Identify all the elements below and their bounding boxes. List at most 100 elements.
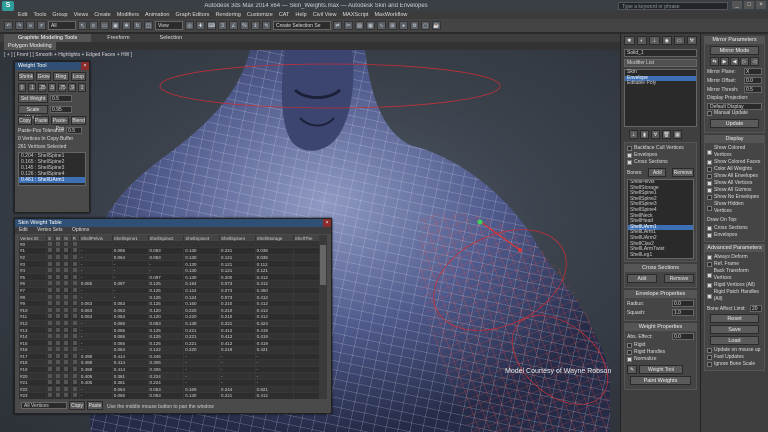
- table-cell[interactable]: [71, 260, 80, 268]
- table-cell[interactable]: -: [79, 392, 113, 399]
- preset-05-button[interactable]: .5: [48, 83, 56, 92]
- table-cell[interactable]: [62, 326, 72, 334]
- mirror-plane-dropdown[interactable]: X: [744, 68, 762, 75]
- table-cell[interactable]: #13: [19, 326, 47, 334]
- table-cell[interactable]: [54, 273, 64, 282]
- table-cell[interactable]: [62, 313, 72, 321]
- table-cell[interactable]: 0.412: [219, 339, 256, 347]
- align-icon[interactable]: ⊨: [344, 21, 353, 30]
- display-option-checkbox[interactable]: [707, 181, 712, 186]
- cell-checkbox[interactable]: [64, 268, 69, 273]
- table-cell[interactable]: [71, 359, 80, 367]
- rigid-handles-checkbox[interactable]: [627, 350, 632, 355]
- table-cell[interactable]: 0.122: [148, 346, 185, 354]
- table-cell[interactable]: [46, 353, 56, 361]
- table-cell[interactable]: 0.224: [148, 372, 185, 380]
- fast-updates-checkbox[interactable]: [707, 355, 712, 360]
- table-cell[interactable]: [54, 293, 64, 301]
- cell-checkbox[interactable]: [56, 268, 61, 273]
- table-cell[interactable]: 0.405: [79, 372, 113, 380]
- table-row[interactable]: #8- -0.125 0.124 0.073 0.412: [19, 293, 321, 301]
- save-button[interactable]: Save: [709, 325, 760, 334]
- menu-group[interactable]: Group: [52, 12, 67, 18]
- menu-edit[interactable]: Edit: [19, 227, 28, 233]
- cell-checkbox[interactable]: [72, 248, 77, 253]
- create-tab-icon[interactable]: ✱: [624, 36, 635, 45]
- table-cell[interactable]: 0.419: [255, 339, 294, 347]
- redo-icon[interactable]: ↷: [15, 21, 24, 30]
- advanced-option[interactable]: Rigid Vertices (All): [707, 282, 762, 289]
- table-cell[interactable]: [46, 392, 56, 399]
- table-cell[interactable]: [255, 241, 294, 249]
- table-cell[interactable]: 0.064: [112, 254, 149, 262]
- table-cell[interactable]: -: [79, 339, 113, 347]
- table-row[interactable]: #21 0.405 0.361 0.224- - -: [19, 379, 321, 387]
- table-cell[interactable]: [46, 359, 56, 367]
- table-cell[interactable]: [293, 320, 321, 328]
- table-cell[interactable]: [293, 306, 321, 315]
- table-cell[interactable]: 0.063: [79, 313, 113, 321]
- table-cell[interactable]: 0.210: [219, 313, 256, 321]
- table-row[interactable]: #3- - -0.130 0.121 0.112: [19, 260, 321, 268]
- cell-checkbox[interactable]: [56, 320, 61, 325]
- table-cell[interactable]: #23: [19, 392, 47, 399]
- table-cell[interactable]: 0.064: [112, 346, 149, 354]
- cell-checkbox[interactable]: [72, 320, 77, 325]
- menu-maxworkflow[interactable]: MaxWorkflow: [374, 12, 407, 18]
- table-cell[interactable]: 0.821: [255, 386, 294, 394]
- select-manipulate-icon[interactable]: ✚: [196, 21, 205, 30]
- advanced-option-checkbox[interactable]: [707, 293, 712, 299]
- bone-list[interactable]: ShellPelvis ShellStorage ShellSpine1 ShellS…: [627, 179, 694, 259]
- draw-on-top-option[interactable]: Envelopes: [707, 232, 762, 239]
- advanced-parameters-head[interactable]: Advanced Parameters: [705, 245, 764, 252]
- table-row[interactable]: #2 -0.064 0.063 0.130 0.121 0.036: [19, 254, 321, 262]
- table-cell[interactable]: -: [183, 366, 220, 374]
- cell-checkbox[interactable]: [47, 261, 52, 266]
- cell-checkbox[interactable]: [64, 248, 69, 253]
- advanced-option-checkbox[interactable]: [707, 283, 712, 288]
- table-cell[interactable]: 0.065: [112, 326, 149, 334]
- paste-blue-to-green-icon[interactable]: ◀: [730, 57, 739, 66]
- undo-icon[interactable]: ↶: [4, 21, 13, 30]
- cell-checkbox[interactable]: [56, 347, 61, 352]
- table-cell[interactable]: 0.063: [148, 392, 185, 399]
- cell-checkbox[interactable]: [72, 380, 77, 385]
- move-icon[interactable]: ✥: [122, 21, 131, 30]
- table-cell[interactable]: -: [255, 379, 294, 387]
- paint-weights-button[interactable]: Paint Weights: [630, 376, 691, 385]
- table-cell[interactable]: 0.414: [112, 359, 149, 367]
- configure-sets-icon[interactable]: ▦: [673, 130, 682, 139]
- table-cell[interactable]: [71, 273, 80, 282]
- keyboard-shortcut-icon[interactable]: ⌨: [207, 21, 216, 30]
- table-cell[interactable]: -: [112, 293, 149, 301]
- rendered-frame-icon[interactable]: ▢: [421, 21, 430, 30]
- copy-button[interactable]: Copy: [69, 401, 85, 410]
- copy-button[interactable]: Copy: [18, 116, 32, 125]
- preset-09-button[interactable]: .9: [68, 83, 76, 92]
- cell-checkbox[interactable]: [47, 353, 52, 358]
- motion-tab-icon[interactable]: ◉: [661, 36, 672, 45]
- table-cell[interactable]: 0.450: [255, 287, 294, 295]
- table-cell[interactable]: -: [148, 260, 185, 268]
- cell-checkbox[interactable]: [56, 360, 61, 365]
- table-cell[interactable]: 0.221: [183, 326, 220, 334]
- table-cell[interactable]: [54, 254, 64, 262]
- table-cell[interactable]: 0.063: [148, 386, 185, 394]
- vertical-scrollbar[interactable]: [319, 235, 327, 399]
- cross-sections-head[interactable]: Cross Sections: [625, 265, 696, 272]
- table-cell[interactable]: 0.124: [183, 293, 220, 301]
- table-cell[interactable]: [293, 287, 321, 295]
- table-cell[interactable]: 0.221: [183, 333, 220, 341]
- table-cell[interactable]: [71, 392, 80, 399]
- table-cell[interactable]: [293, 392, 321, 399]
- table-cell[interactable]: [54, 260, 64, 268]
- menu-tools[interactable]: Tools: [33, 12, 46, 18]
- table-cell[interactable]: 0.125: [148, 280, 185, 288]
- table-cell[interactable]: [62, 320, 72, 328]
- render-icon[interactable]: ☕: [432, 21, 441, 30]
- tab-selection[interactable]: Selection: [146, 34, 197, 42]
- table-cell[interactable]: -: [255, 366, 294, 374]
- cell-checkbox[interactable]: [64, 307, 69, 312]
- table-cell[interactable]: 0.063: [112, 313, 149, 321]
- table-cell[interactable]: -: [79, 333, 113, 341]
